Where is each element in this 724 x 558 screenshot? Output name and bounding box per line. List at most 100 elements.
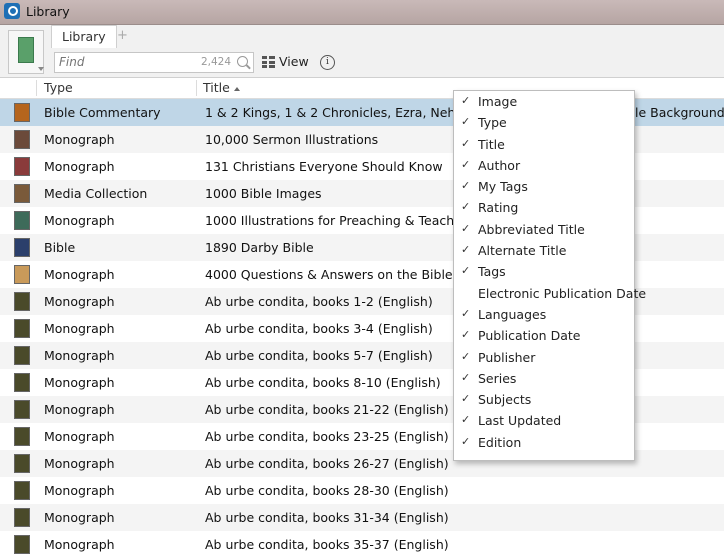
resource-cover-thumbnail xyxy=(14,400,30,419)
menu-item-label: Languages xyxy=(478,306,547,322)
resource-count: 2,424 xyxy=(200,56,231,68)
add-tab-button[interactable]: + xyxy=(117,28,128,43)
column-chooser-menu: ✓ Image ✓ Type ✓ Title ✓ Author ✓ My Tags ✓ Rating ✓… xyxy=(453,90,646,461)
menu-item-column-option[interactable]: ✓ Languages xyxy=(454,304,634,325)
menu-item-column-option[interactable]: ✓ Author xyxy=(454,155,634,176)
menu-item-column-option[interactable]: ✓ Series xyxy=(454,368,634,389)
menu-item-label: Type xyxy=(478,115,507,131)
resource-cover-thumbnail xyxy=(14,373,30,392)
window-title: Library xyxy=(26,4,70,19)
resource-cover-thumbnail xyxy=(14,454,30,473)
resource-cover-thumbnail xyxy=(14,238,30,257)
checkmark-icon: ✓ xyxy=(461,200,471,214)
menu-item-label: Subjects xyxy=(478,392,532,408)
resource-title: Ab urbe condita, books 31-34 (English) xyxy=(205,510,449,525)
checkmark-icon: ✓ xyxy=(461,94,471,107)
resource-cover-thumbnail xyxy=(14,346,30,365)
resource-cover-thumbnail xyxy=(14,265,30,284)
column-header-title[interactable]: Title xyxy=(203,80,240,95)
checkmark-icon: ✓ xyxy=(461,392,471,406)
checkmark-icon: ✓ xyxy=(461,328,471,342)
menu-item-column-option[interactable]: ✓ Subjects xyxy=(454,389,634,410)
checkmark-icon: ✓ xyxy=(461,136,471,150)
resource-type: Monograph xyxy=(44,483,115,498)
menu-item-label: Publication Date xyxy=(478,328,581,344)
resource-title: Ab urbe condita, books 35-37 (English) xyxy=(205,537,449,552)
resource-type: Bible Commentary xyxy=(44,105,161,120)
resource-type: Monograph xyxy=(44,321,115,336)
resource-type: Monograph xyxy=(44,537,115,552)
resource-type: Monograph xyxy=(44,402,115,417)
checkmark-icon: ✓ xyxy=(461,434,471,448)
menu-item-column-option[interactable]: ✓ Edition xyxy=(454,432,634,453)
menu-item-label: Abbreviated Title xyxy=(478,221,585,237)
resource-title: 1000 Bible Images xyxy=(205,186,322,201)
search-icon[interactable] xyxy=(237,56,248,67)
menu-item-column-option[interactable]: ✓ Publisher xyxy=(454,347,634,368)
column-separator[interactable] xyxy=(196,80,197,96)
menu-item-column-option[interactable]: ✓ Abbreviated Title xyxy=(454,219,634,240)
column-separator[interactable] xyxy=(36,80,37,96)
resource-type: Bible xyxy=(44,240,76,255)
resource-cover-thumbnail xyxy=(14,319,30,338)
resource-title: Ab urbe condita, books 3-4 (English) xyxy=(205,321,433,336)
library-menu-button[interactable] xyxy=(8,30,44,74)
resource-title-overflow: le Backgrounds C xyxy=(635,105,724,120)
resource-title: Ab urbe condita, books 23-25 (English) xyxy=(205,429,449,444)
resource-title: 1000 Illustrations for Preaching & Teach… xyxy=(205,213,474,228)
checkmark-icon: ✓ xyxy=(461,115,471,129)
menu-item-column-option[interactable]: ✓ Last Updated xyxy=(454,410,634,431)
menu-item-column-option[interactable]: ✓ Tags xyxy=(454,261,634,282)
resource-type: Monograph xyxy=(44,456,115,471)
resource-type: Monograph xyxy=(44,267,115,282)
checkmark-icon: ✓ xyxy=(461,179,471,193)
menu-item-column-option[interactable]: ✓ Image xyxy=(454,91,634,112)
resource-title: 10,000 Sermon Illustrations xyxy=(205,132,379,147)
table-row[interactable]: Monograph Ab urbe condita, books 31-34 (E… xyxy=(0,504,724,531)
resource-type: Media Collection xyxy=(44,186,148,201)
find-box: 2,424 xyxy=(54,52,254,73)
dropdown-arrow-icon xyxy=(38,67,44,71)
resource-type: Monograph xyxy=(44,213,115,228)
library-toolbar: Library + 2,424 View i xyxy=(0,25,724,78)
resource-type: Monograph xyxy=(44,375,115,390)
resource-type: Monograph xyxy=(44,429,115,444)
column-header-type[interactable]: Type xyxy=(44,80,73,95)
resource-title: Ab urbe condita, books 26-27 (English) xyxy=(205,456,449,471)
resource-title: Ab urbe condita, books 8-10 (English) xyxy=(205,375,441,390)
menu-item-column-option[interactable]: ✓ Type xyxy=(454,112,634,133)
checkmark-icon: ✓ xyxy=(461,306,471,320)
resource-type: Monograph xyxy=(44,348,115,363)
resource-cover-thumbnail xyxy=(14,292,30,311)
view-label: View xyxy=(279,54,309,69)
checkmark-icon: ✓ xyxy=(461,349,471,363)
table-row[interactable]: Monograph Ab urbe condita, books 35-37 (E… xyxy=(0,531,724,558)
menu-item-column-option[interactable]: ✓ Publication Date xyxy=(454,325,634,346)
menu-item-column-option[interactable]: ✓ My Tags xyxy=(454,176,634,197)
menu-item-column-option[interactable]: ✓ Alternate Title xyxy=(454,240,634,261)
title-bar: Library xyxy=(0,0,724,25)
resource-cover-thumbnail xyxy=(14,211,30,230)
info-icon[interactable]: i xyxy=(320,55,335,70)
menu-item-label: Title xyxy=(478,136,505,152)
resource-title: 1890 Darby Bible xyxy=(205,240,314,255)
resource-type: Monograph xyxy=(44,159,115,174)
menu-item-column-option[interactable]: ✓ Title xyxy=(454,134,634,155)
resource-cover-thumbnail xyxy=(14,427,30,446)
resource-type: Monograph xyxy=(44,294,115,309)
menu-item-label: Electronic Publication Date xyxy=(478,285,647,301)
resource-cover-thumbnail xyxy=(14,184,30,203)
menu-item-label: Alternate Title xyxy=(478,243,567,259)
resource-title: Ab urbe condita, books 1-2 (English) xyxy=(205,294,433,309)
resource-title: 131 Christians Everyone Should Know xyxy=(205,159,443,174)
menu-item-column-option[interactable]: Electronic Publication Date xyxy=(454,283,646,304)
table-row[interactable]: Monograph Ab urbe condita, books 28-30 (E… xyxy=(0,477,724,504)
tab-library[interactable]: Library xyxy=(51,25,117,48)
checkmark-icon: ✓ xyxy=(461,413,471,427)
resource-title: Ab urbe condita, books 21-22 (English) xyxy=(205,402,449,417)
find-input[interactable] xyxy=(59,54,199,70)
menu-item-column-option[interactable]: ✓ Rating xyxy=(454,197,634,218)
resource-cover-thumbnail xyxy=(14,535,30,554)
book-icon xyxy=(18,37,34,63)
resource-cover-thumbnail xyxy=(14,130,30,149)
